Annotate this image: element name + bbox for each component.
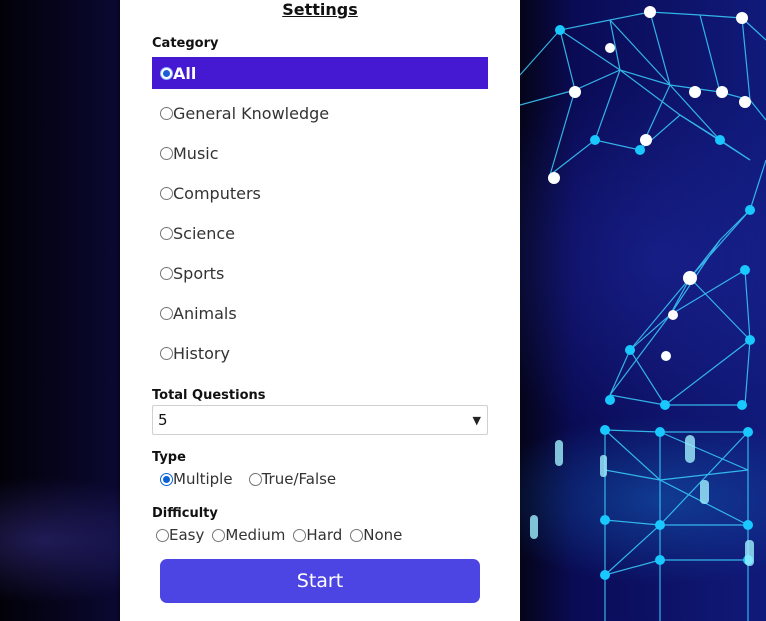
radio-button[interactable]: [350, 528, 364, 542]
category-option-label: All: [173, 63, 197, 83]
difficulty-option-label: Medium: [225, 526, 286, 544]
total-questions-label: Total Questions: [152, 388, 266, 403]
radio-button[interactable]: [160, 266, 173, 280]
type-label: Type: [152, 450, 186, 465]
difficulty-options: Easy Medium Hard None: [156, 526, 410, 544]
radio-button[interactable]: [160, 472, 173, 486]
category-option-label: History: [173, 343, 230, 363]
difficulty-option-hard[interactable]: Hard: [293, 526, 342, 544]
difficulty-option-none[interactable]: None: [350, 526, 402, 544]
settings-title: Settings: [282, 0, 358, 19]
radio-button[interactable]: [212, 528, 226, 542]
category-option-label: Sports: [173, 263, 225, 283]
category-list: All General Knowledge Music Computers Sc…: [152, 57, 488, 373]
category-label: Category: [152, 36, 219, 51]
type-option-label: True/False: [261, 470, 337, 488]
radio-button[interactable]: [160, 66, 173, 80]
category-option-general-knowledge[interactable]: General Knowledge: [152, 93, 488, 133]
type-option-label: Multiple: [173, 470, 233, 488]
difficulty-label: Difficulty: [152, 506, 218, 521]
start-button[interactable]: Start: [160, 559, 480, 603]
radio-button[interactable]: [293, 528, 307, 542]
type-option-multiple[interactable]: Multiple: [160, 470, 233, 488]
category-option-all[interactable]: All: [152, 57, 488, 89]
chevron-down-icon: ▼: [472, 413, 481, 427]
category-option-music[interactable]: Music: [152, 133, 488, 173]
category-option-label: Computers: [173, 183, 261, 203]
total-questions-select[interactable]: 5 ▼: [152, 405, 488, 435]
settings-panel: Settings Category All General Knowledge …: [120, 0, 520, 621]
category-option-label: General Knowledge: [173, 103, 330, 123]
category-option-history[interactable]: History: [152, 333, 488, 373]
difficulty-option-label: Hard: [306, 526, 343, 544]
radio-button[interactable]: [160, 186, 173, 200]
difficulty-option-medium[interactable]: Medium: [212, 526, 285, 544]
type-option-true-false[interactable]: True/False: [248, 470, 337, 488]
category-option-label: Music: [173, 143, 219, 163]
radio-button[interactable]: [160, 146, 173, 160]
radio-button[interactable]: [160, 226, 173, 240]
radio-button[interactable]: [248, 472, 262, 486]
category-option-animals[interactable]: Animals: [152, 293, 488, 333]
difficulty-option-easy[interactable]: Easy: [156, 526, 204, 544]
difficulty-option-label: Easy: [169, 526, 205, 544]
category-option-label: Animals: [173, 303, 237, 323]
total-questions-value: 5: [158, 411, 168, 429]
difficulty-option-label: None: [363, 526, 403, 544]
type-options: Multiple True/False: [160, 470, 352, 488]
radio-button[interactable]: [156, 528, 169, 542]
category-option-sports[interactable]: Sports: [152, 253, 488, 293]
radio-button[interactable]: [160, 306, 173, 320]
category-option-science[interactable]: Science: [152, 213, 488, 253]
radio-button[interactable]: [160, 106, 173, 120]
category-option-computers[interactable]: Computers: [152, 173, 488, 213]
category-option-label: Science: [173, 223, 236, 243]
radio-button[interactable]: [160, 346, 173, 360]
network-question-mark-graphic: [520, 6, 766, 621]
